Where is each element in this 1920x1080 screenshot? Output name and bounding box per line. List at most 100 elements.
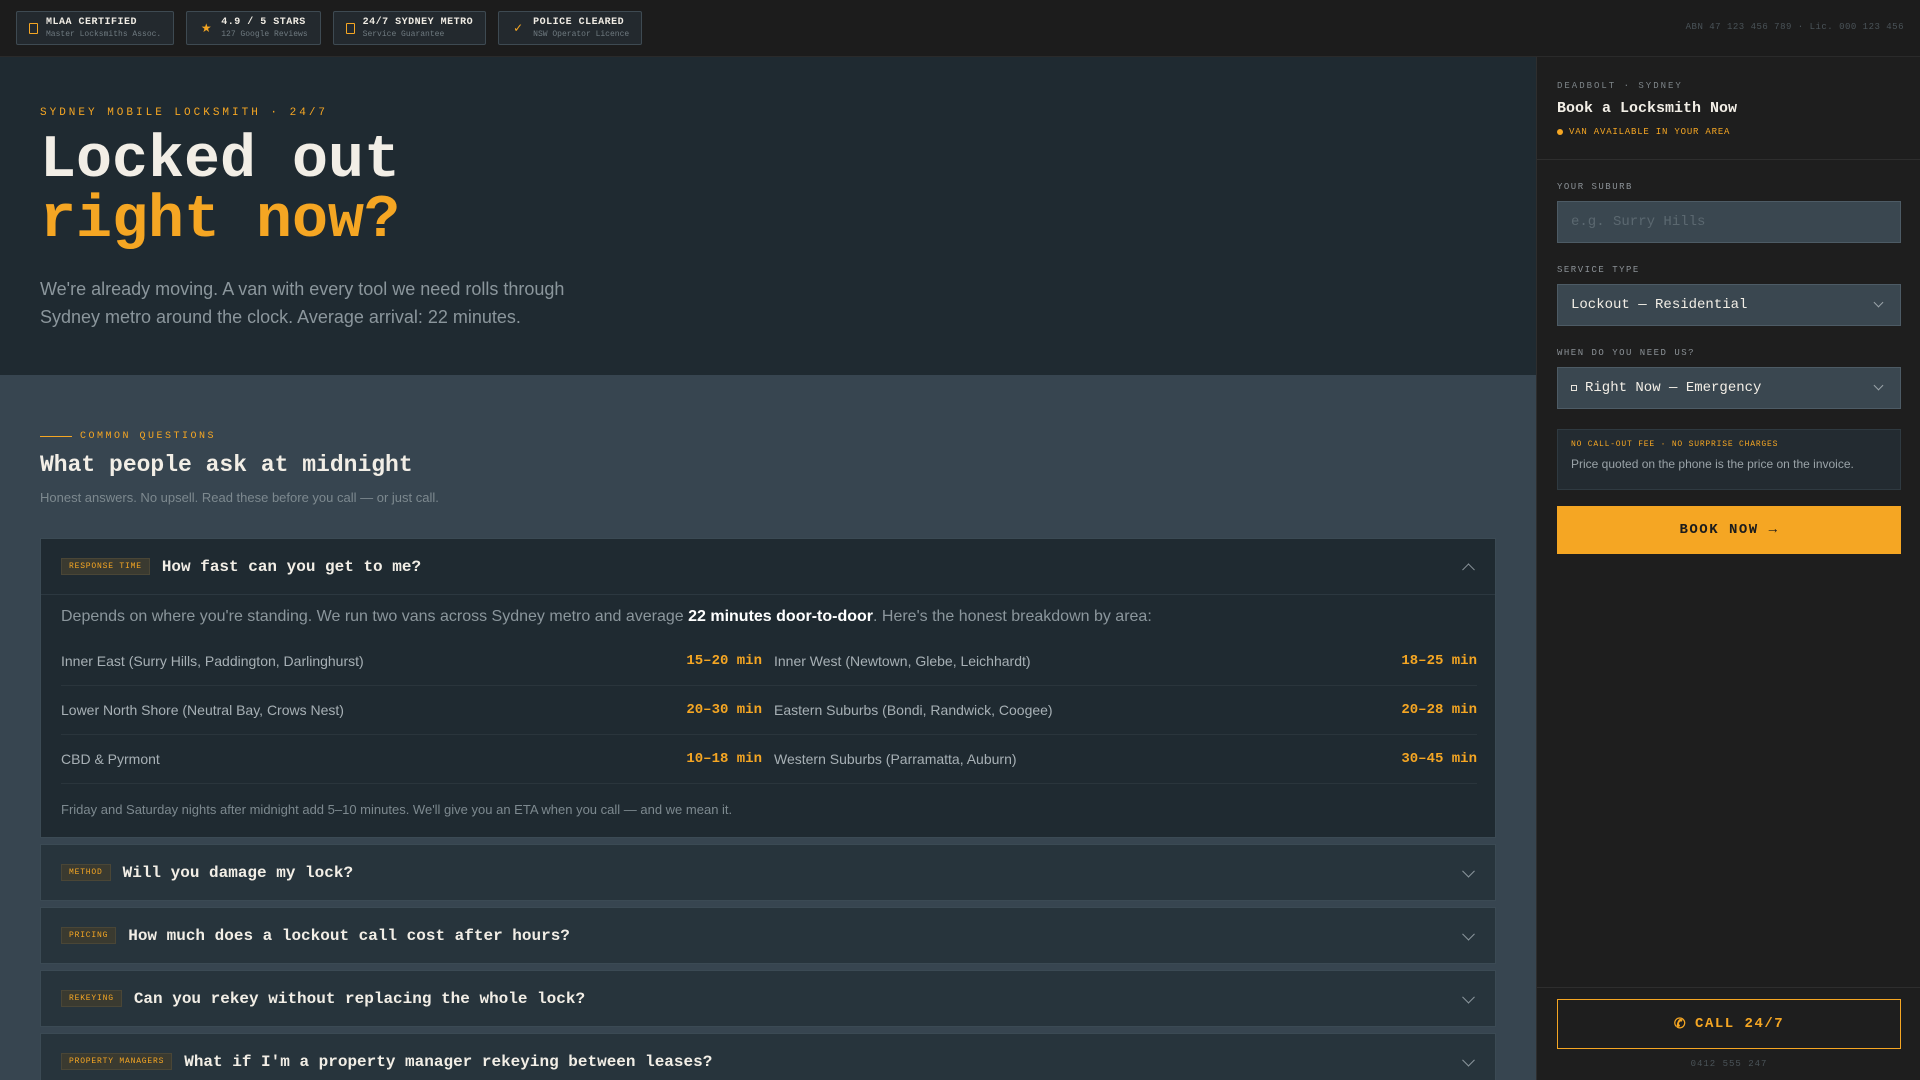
answer-lead-bold: 22 minutes door-to-door (688, 608, 873, 625)
sidebar-footer: ✆ CALL 24/7 0412 555 247 (1537, 987, 1920, 1080)
eta-table: Inner East (Surry Hills, Paddington, Dar… (61, 637, 1477, 784)
phone-icon: ✆ (1673, 1016, 1688, 1033)
badge-subtitle: NSW Operator Licence (533, 29, 630, 39)
badge-title: POLICE CLEARED (533, 16, 625, 28)
faq-tag: REKEYING (61, 990, 122, 1007)
eta-row: Lower North Shore (Neutral Bay, Crows Ne… (61, 686, 774, 735)
sidebar-eyebrow: DEADBOLT · SYDNEY (1557, 81, 1683, 91)
service-type-value: Lockout — Residential (1571, 297, 1748, 313)
eta-time: 18–25 min (1401, 653, 1477, 669)
eta-time: 20–30 min (686, 702, 762, 718)
eyebrow-rule (40, 436, 72, 437)
eta-row: Eastern Suburbs (Bondi, Randwick, Coogee… (774, 686, 1477, 735)
faq-question-row[interactable]: METHOD Will you damage my lock? (41, 845, 1495, 900)
faq-tag: PRICING (61, 927, 117, 944)
badge-subtitle: Service Guarantee (362, 29, 445, 39)
suburb-input[interactable] (1571, 214, 1887, 230)
badge-title: 24/7 SYDNEY METRO (362, 16, 474, 28)
suburb-field[interactable] (1557, 201, 1901, 243)
faq-answer: Depends on where you're standing. We run… (41, 594, 1495, 837)
badge-subtitle: Master Locksmiths Assoc. (46, 29, 162, 39)
hero-title-line1: Locked out (40, 127, 401, 195)
eta-area: Eastern Suburbs (Bondi, Randwick, Coogee… (774, 702, 1053, 718)
eta-time: 10–18 min (686, 751, 762, 767)
eta-row: CBD & Pyrmont 10–18 min (61, 735, 774, 784)
badge-title: 4.9 / 5 STARS (221, 16, 306, 28)
eta-time: 20–28 min (1401, 702, 1477, 718)
eta-area: Inner West (Newtown, Glebe, Leichhardt) (774, 653, 1031, 669)
service-type-label: SERVICE TYPE (1557, 265, 1640, 275)
faq-item-property-managers: PROPERTY MANAGERS What if I'm a property… (40, 1033, 1496, 1080)
status-dot-icon (1557, 129, 1563, 135)
faq-item-pricing: PRICING How much does a lockout call cos… (40, 907, 1496, 964)
when-value: Right Now — Emergency (1585, 380, 1762, 396)
sidebar-title: Book a Locksmith Now (1557, 100, 1738, 117)
faq-question-row[interactable]: PRICING How much does a lockout call cos… (41, 908, 1495, 963)
chevron-down-icon (1873, 380, 1884, 391)
faq-question: How fast can you get to me? (161, 557, 422, 576)
eta-row: Western Suburbs (Parramatta, Auburn) 30–4… (774, 735, 1477, 784)
star-icon: ★ (200, 21, 212, 35)
availability-text: VAN AVAILABLE IN YOUR AREA (1569, 127, 1731, 137)
badge-subtitle: 127 Google Reviews (221, 29, 308, 39)
book-now-button[interactable]: BOOK NOW → (1557, 506, 1901, 554)
chevron-up-icon[interactable] (1462, 562, 1475, 576)
faq-section: COMMON QUESTIONS What people ask at midn… (0, 375, 1536, 1080)
faq-question-row[interactable]: RESPONSE TIME How fast can you get to me… (41, 539, 1495, 594)
hero-body: We're already moving. A van with every t… (40, 279, 565, 327)
chevron-down-icon[interactable] (1462, 990, 1475, 1004)
faq-item-response-time: RESPONSE TIME How fast can you get to me… (40, 538, 1496, 838)
square-icon (1571, 385, 1577, 391)
suburb-label: YOUR SUBURB (1557, 182, 1633, 192)
hero-title: Locked out right now? (40, 131, 1496, 251)
phone-number: 0412 555 247 (1690, 1059, 1768, 1069)
check-icon: ✓ (513, 21, 524, 35)
answer-lead: Depends on where you're standing. We run… (61, 605, 1475, 629)
main-content: SYDNEY MOBILE LOCKSMITH · 24/7 Locked ou… (0, 57, 1536, 1080)
faq-tag: PROPERTY MANAGERS (61, 1053, 173, 1070)
service-type-select[interactable]: Lockout — Residential (1557, 284, 1901, 326)
faq-eyebrow-text: COMMON QUESTIONS (80, 431, 217, 442)
call-button[interactable]: ✆ CALL 24/7 (1557, 999, 1901, 1049)
call-label: CALL 24/7 (1695, 1016, 1785, 1032)
faq-subtitle: Honest answers. No upsell. Read these be… (40, 490, 439, 505)
badge-247: 24/7 SYDNEY METRO Service Guarantee (332, 11, 487, 45)
availability-status: VAN AVAILABLE IN YOUR AREA (1557, 127, 1900, 137)
chevron-down-icon[interactable] (1462, 1053, 1475, 1067)
faq-item-rekeying: REKEYING Can you rekey without replacing… (40, 970, 1496, 1027)
badge-title: MLAA CERTIFIED (46, 16, 138, 28)
faq-tag: RESPONSE TIME (61, 558, 150, 575)
eta-area: CBD & Pyrmont (61, 751, 160, 767)
faq-question-row[interactable]: PROPERTY MANAGERS What if I'm a property… (41, 1034, 1495, 1080)
faq-question: Can you rekey without replacing the whol… (133, 989, 586, 1008)
chevron-down-icon[interactable] (1462, 864, 1475, 878)
eta-time: 15–20 min (686, 653, 762, 669)
sidebar-header: DEADBOLT · SYDNEY Book a Locksmith Now V… (1537, 57, 1920, 160)
booking-form: YOUR SUBURB SERVICE TYPE Lockout — Resid… (1537, 160, 1920, 554)
pricing-note: NO CALL-OUT FEE · NO SURPRISE CHARGES Pr… (1557, 429, 1901, 490)
chevron-down-icon[interactable] (1462, 927, 1475, 941)
faq-title: What people ask at midnight (40, 452, 413, 478)
faq-item-method: METHOD Will you damage my lock? (40, 844, 1496, 901)
hero: SYDNEY MOBILE LOCKSMITH · 24/7 Locked ou… (0, 57, 1536, 375)
badge-police: ✓ POLICE CLEARED NSW Operator Licence (498, 11, 643, 45)
faq-question-row[interactable]: REKEYING Can you rekey without replacing… (41, 971, 1495, 1026)
answer-lead-start: Depends on where you're standing. We run… (61, 608, 689, 625)
faq-eyebrow: COMMON QUESTIONS (40, 431, 1496, 442)
abn-licence: ABN 47 123 456 789 · Lic. 000 123 456 (1685, 22, 1904, 32)
badge-mlaa: MLAA CERTIFIED Master Locksmiths Assoc. (16, 11, 175, 45)
trust-bar: MLAA CERTIFIED Master Locksmiths Assoc. … (0, 0, 1920, 57)
chevron-down-icon (1873, 297, 1884, 308)
faq-question: What if I'm a property manager rekeying … (184, 1052, 713, 1071)
when-label: WHEN DO YOU NEED US? (1557, 348, 1696, 358)
clock-icon (345, 22, 355, 34)
faq-question: Will you damage my lock? (122, 863, 354, 882)
answer-lead-end: . Here's the honest breakdown by area: (873, 608, 1152, 625)
eta-area: Western Suburbs (Parramatta, Auburn) (774, 751, 1017, 767)
eta-area: Lower North Shore (Neutral Bay, Crows Ne… (61, 702, 344, 718)
answer-note: Friday and Saturday nights after midnigh… (61, 802, 733, 817)
eta-time: 30–45 min (1401, 751, 1477, 767)
eta-row: Inner West (Newtown, Glebe, Leichhardt) 1… (774, 637, 1477, 686)
pricing-note-desc: Price quoted on the phone is the price o… (1571, 457, 1854, 471)
when-select[interactable]: Right Now — Emergency (1557, 367, 1901, 409)
